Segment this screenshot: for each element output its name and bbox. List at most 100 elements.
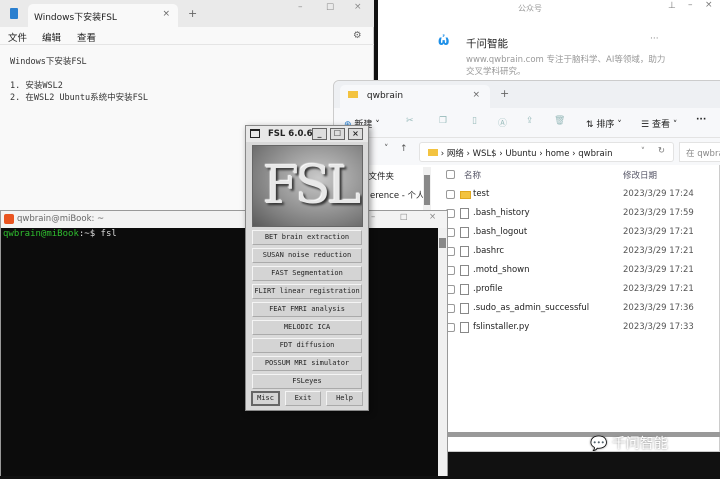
- file-name: .bash_logout: [473, 227, 528, 237]
- sort-icon: ⇅: [586, 120, 594, 130]
- minimize-icon[interactable]: –: [688, 0, 693, 10]
- file-modified: 2023/3/29 17:33: [623, 322, 694, 332]
- tab-bar: Windows下安装FSL × + – ☐ ×: [0, 0, 374, 27]
- close-tab-icon[interactable]: ×: [472, 90, 480, 100]
- sort-button[interactable]: ⇅ 排序 ˅: [586, 117, 622, 130]
- menu-edit[interactable]: 编辑: [42, 30, 61, 44]
- file-icon: [460, 246, 469, 257]
- menu-view[interactable]: 查看: [77, 30, 96, 44]
- fsl-tool-button[interactable]: MELODIC ICA: [252, 320, 362, 335]
- breadcrumb-item[interactable]: WSL$: [473, 149, 497, 159]
- column-modified[interactable]: 修改日期: [623, 169, 657, 181]
- account-logo-icon: ὠ: [438, 34, 450, 49]
- file-row[interactable]: .motd_shown 2023/3/29 17:21: [442, 261, 720, 280]
- more-button[interactable]: ···: [650, 34, 659, 44]
- exit-button[interactable]: Exit: [285, 391, 321, 406]
- search-input[interactable]: 在 qwbrain 中搜索: [679, 142, 720, 162]
- address-bar[interactable]: › 网络 › WSL$ › Ubuntu › home › qwbrain ˅ …: [419, 142, 674, 162]
- pin-icon[interactable]: ⊥: [668, 1, 676, 11]
- menu-bar: 文件 编辑 查看 ⚙: [0, 27, 374, 45]
- file-row[interactable]: .sudo_as_admin_successful 2023/3/29 17:36: [442, 299, 720, 318]
- chevron-down-icon[interactable]: ˅: [641, 147, 645, 157]
- copy-icon[interactable]: ❐: [439, 116, 447, 126]
- tab-title: Windows下安装FSL: [34, 13, 117, 23]
- close-tab-icon[interactable]: ×: [162, 9, 170, 19]
- new-tab-button[interactable]: +: [500, 87, 509, 100]
- file-modified: 2023/3/29 17:21: [623, 227, 694, 237]
- row-checkbox[interactable]: [446, 190, 455, 199]
- file-row[interactable]: fslinstaller.py 2023/3/29 17:33: [442, 318, 720, 337]
- view-button[interactable]: ☰ 查看 ˅: [641, 117, 677, 130]
- tab-document[interactable]: Windows下安装FSL ×: [28, 4, 178, 27]
- tab-bar: qwbrain × +: [334, 81, 720, 108]
- fsl-tool-button[interactable]: BET brain extraction: [252, 230, 362, 245]
- new-tab-button[interactable]: +: [188, 7, 197, 20]
- terminal-scrollbar[interactable]: [438, 228, 447, 476]
- fsl-logo: FSL: [252, 145, 363, 227]
- file-icon: [460, 322, 469, 333]
- close-button[interactable]: ×: [354, 2, 362, 12]
- window-menu-icon[interactable]: [250, 129, 260, 138]
- account-name[interactable]: 千问智能: [466, 36, 508, 51]
- file-modified: 2023/3/29 17:21: [623, 265, 694, 275]
- breadcrumb-item[interactable]: home: [545, 149, 569, 159]
- menu-file[interactable]: 文件: [8, 30, 27, 44]
- fsl-tool-button[interactable]: POSSUM MRI simulator: [252, 356, 362, 371]
- delete-icon[interactable]: 🗑: [554, 116, 565, 126]
- close-button[interactable]: ×: [348, 128, 363, 140]
- sidebar-item-home[interactable]: 主文件夹: [360, 170, 420, 182]
- file-modified: 2023/3/29 17:21: [623, 284, 694, 294]
- fsl-tool-button[interactable]: FAST Segmentation: [252, 266, 362, 281]
- fsl-tool-button[interactable]: FLIRT linear registration: [252, 284, 362, 299]
- breadcrumb-item[interactable]: 网络: [447, 149, 464, 159]
- rename-icon[interactable]: Ⓐ: [498, 116, 507, 129]
- minimize-button[interactable]: _: [312, 128, 327, 140]
- toolbar: ⊕ 新建 ˅ ✂ ❐ ▯ Ⓐ ⇪ 🗑 ⇅ 排序 ˅ ☰ 查看 ˅ ···: [334, 108, 720, 138]
- folder-icon: [348, 91, 358, 98]
- file-icon: [460, 284, 469, 295]
- file-name: fslinstaller.py: [473, 322, 530, 332]
- file-row[interactable]: .bash_history 2023/3/29 17:59: [442, 204, 720, 223]
- maximize-button[interactable]: ☐: [326, 3, 334, 13]
- up-icon[interactable]: ↑: [400, 144, 408, 154]
- terminal-output[interactable]: qwbrain@miBook:~$ fsl: [1, 228, 438, 476]
- wechat-window: 公众号 ⊥ – × ὠ 千问智能 ··· www.qwbrain.com 专注于…: [375, 0, 720, 82]
- close-button[interactable]: ×: [429, 212, 436, 222]
- recent-dropdown-icon[interactable]: ˅: [384, 144, 389, 154]
- help-button[interactable]: Help: [326, 391, 363, 406]
- fsl-tool-button[interactable]: FEAT FMRI analysis: [252, 302, 362, 317]
- folder-icon: [428, 149, 438, 156]
- file-name: .sudo_as_admin_successful: [473, 303, 590, 313]
- sidebar-item-reference[interactable]: erence - 个人: [370, 189, 425, 201]
- select-all-checkbox[interactable]: [446, 170, 455, 179]
- maximize-button[interactable]: ☐: [400, 213, 408, 223]
- maximize-button[interactable]: ☐: [330, 128, 345, 140]
- close-icon[interactable]: ×: [705, 0, 713, 10]
- file-icon: [460, 303, 469, 314]
- cut-icon[interactable]: ✂: [406, 116, 414, 126]
- tab-qwbrain[interactable]: qwbrain ×: [340, 85, 490, 108]
- minimize-button[interactable]: –: [298, 2, 303, 12]
- more-button[interactable]: ···: [696, 115, 706, 125]
- refresh-icon[interactable]: ↻: [658, 146, 665, 156]
- minimize-button[interactable]: –: [371, 212, 375, 222]
- misc-button[interactable]: Misc: [251, 391, 280, 406]
- file-row[interactable]: .bash_logout 2023/3/29 17:21: [442, 223, 720, 242]
- file-row[interactable]: test 2023/3/29 17:24: [442, 185, 720, 204]
- fsl-tool-button[interactable]: FSLeyes: [252, 374, 362, 389]
- document-text[interactable]: Windows下安装FSL 1. 安装WSL2 2. 在WSL2 Ubuntu系…: [10, 56, 148, 104]
- fsl-window: FSL 6.0.6.4 _ ☐ × FSL BET brain extracti…: [245, 125, 369, 411]
- settings-icon[interactable]: ⚙: [353, 30, 362, 41]
- logo-text: FSL: [263, 156, 361, 216]
- column-name[interactable]: 名称: [464, 169, 481, 181]
- breadcrumb-item[interactable]: qwbrain: [578, 149, 612, 159]
- paste-icon[interactable]: ▯: [472, 116, 477, 126]
- terminal-title: qwbrain@miBook: ~: [17, 214, 105, 224]
- fsl-tool-button[interactable]: FDT diffusion: [252, 338, 362, 353]
- notepad-icon: [10, 8, 18, 19]
- breadcrumb-item[interactable]: Ubuntu: [505, 149, 536, 159]
- file-row[interactable]: .profile 2023/3/29 17:21: [442, 280, 720, 299]
- share-icon[interactable]: ⇪: [526, 116, 534, 126]
- fsl-tool-button[interactable]: SUSAN noise reduction: [252, 248, 362, 263]
- file-row[interactable]: .bashrc 2023/3/29 17:21: [442, 242, 720, 261]
